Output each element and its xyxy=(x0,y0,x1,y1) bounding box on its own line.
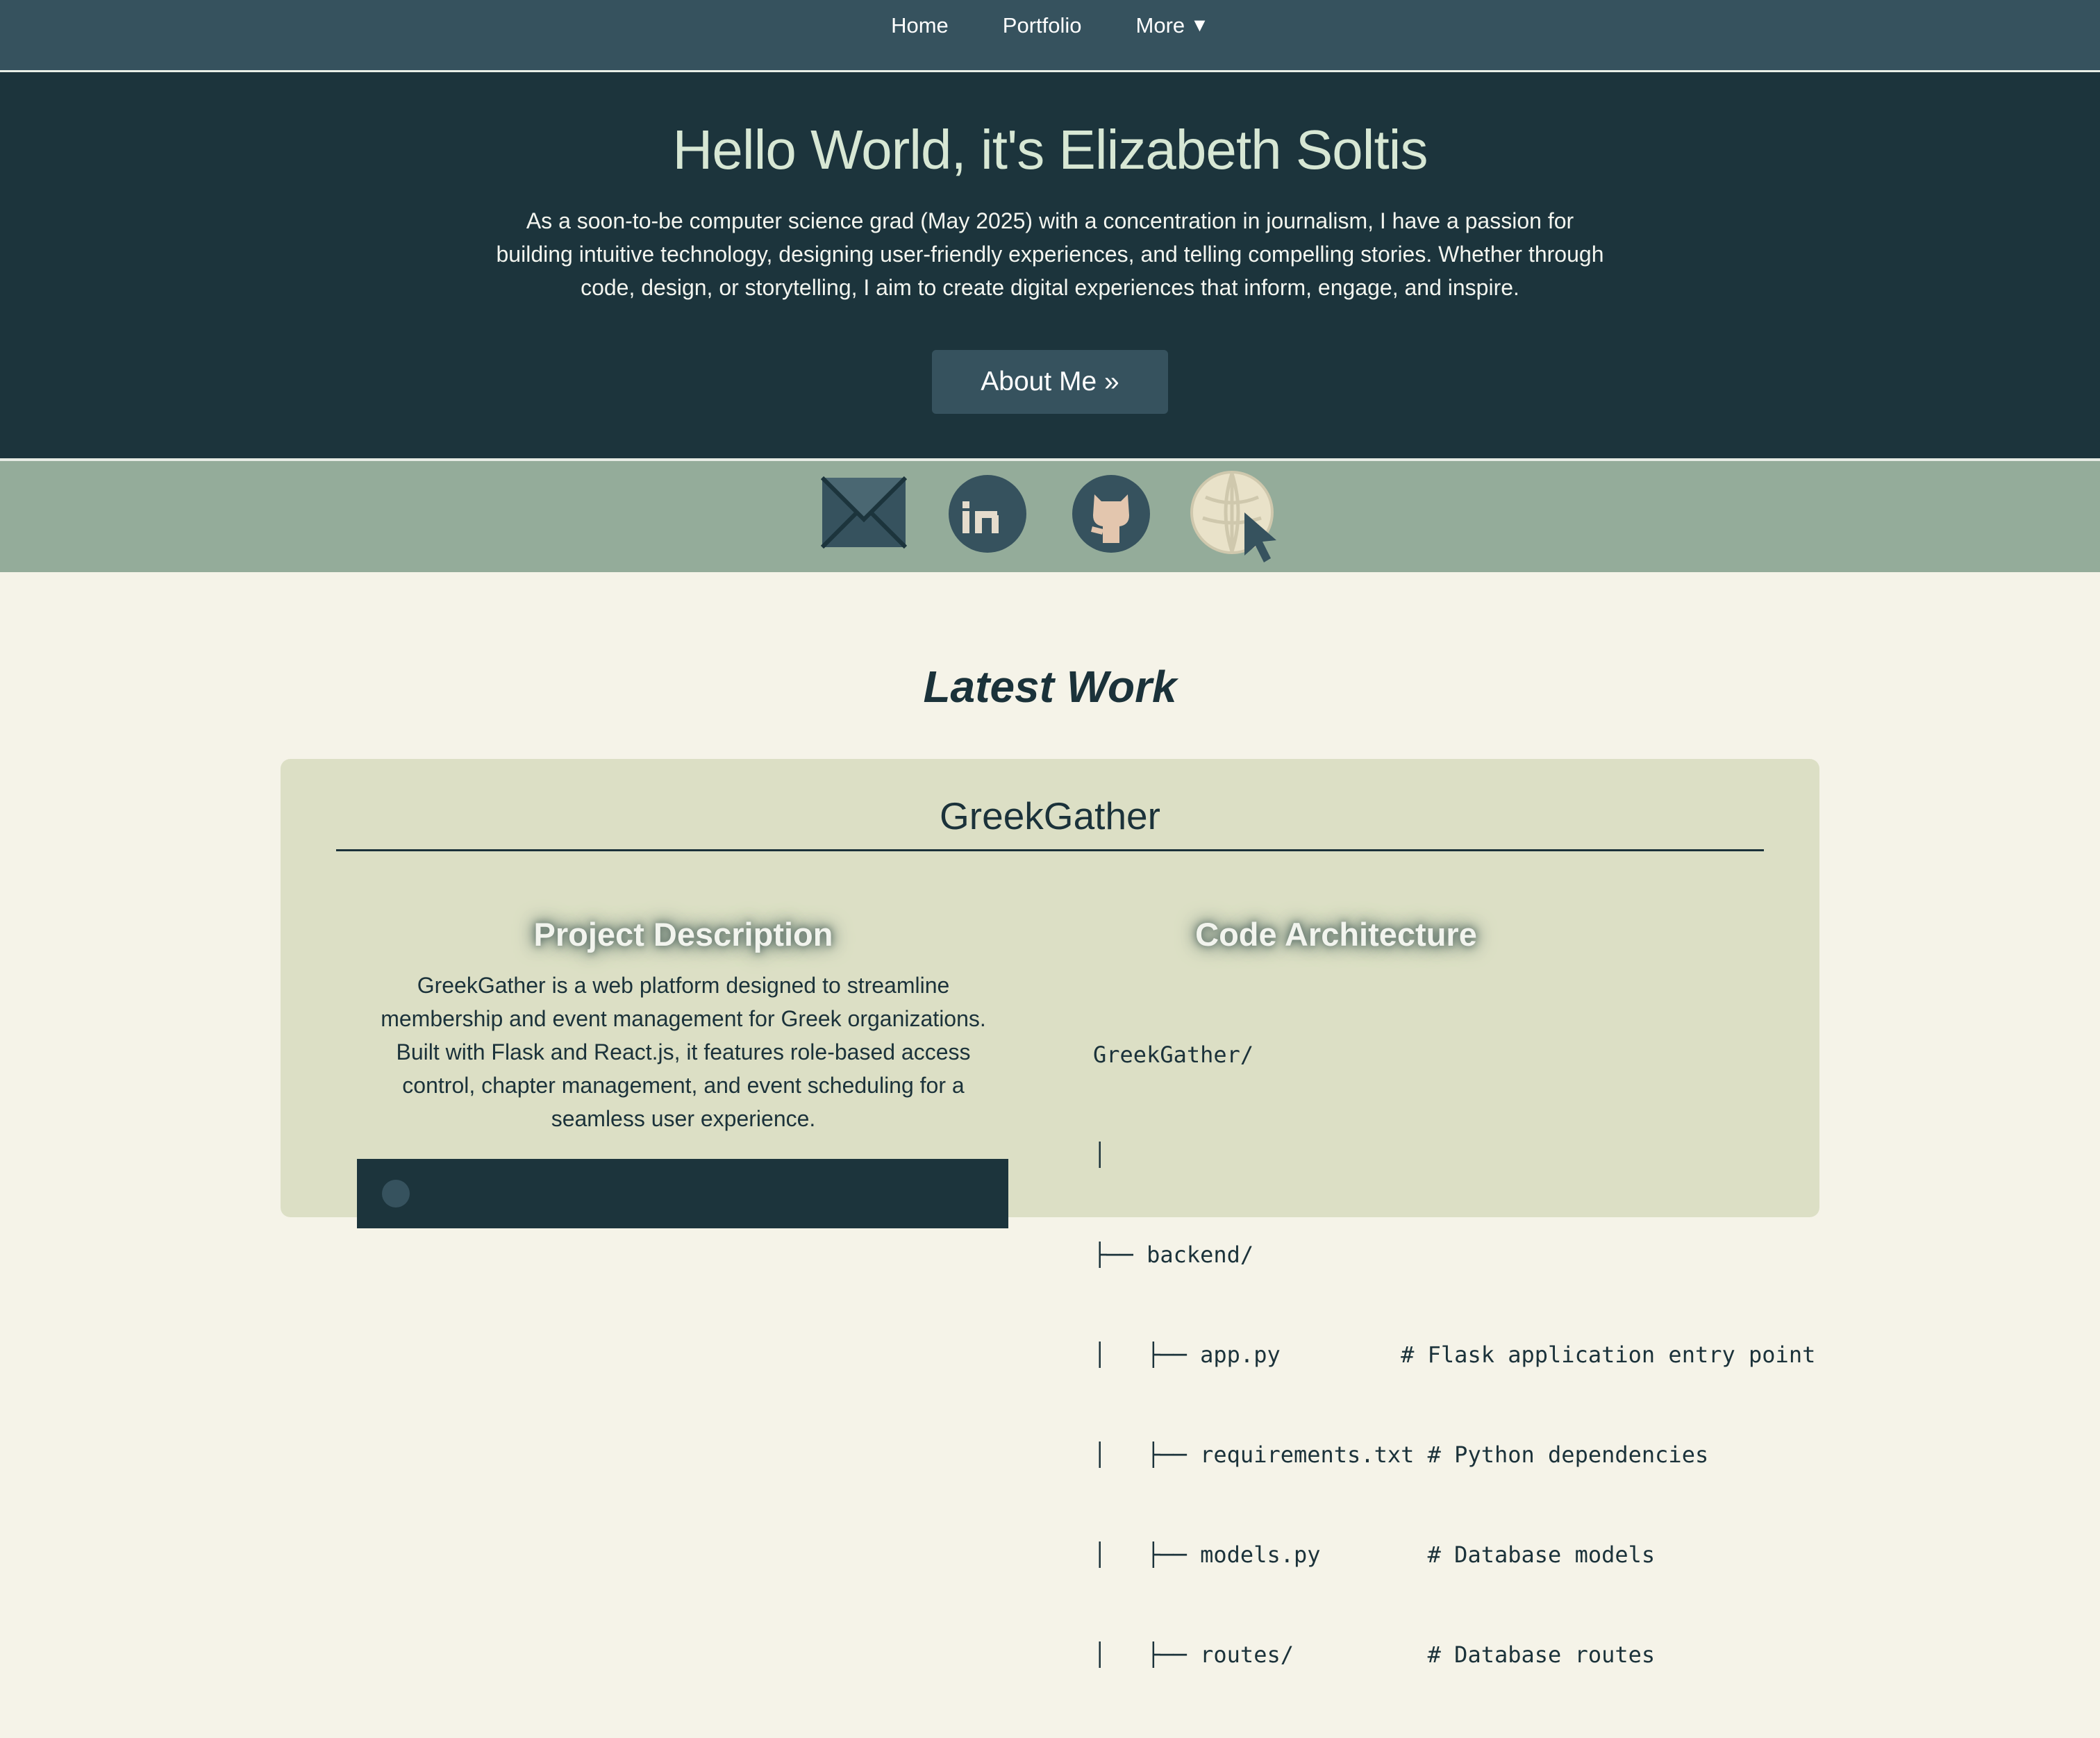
tree-line: GreekGather/ xyxy=(1093,1042,1254,1068)
project-card: GreekGather Project Description GreekGat… xyxy=(281,759,1819,1668)
website-icon[interactable] xyxy=(1189,469,1283,564)
nav-more-dropdown[interactable]: More ▼ xyxy=(1136,13,1209,38)
tree-line: │ ├── app.py # Flask application entry p… xyxy=(1093,1342,1816,1368)
nav-more-label: More xyxy=(1135,12,1185,37)
about-me-button[interactable]: About Me » xyxy=(932,350,1168,414)
project-preview-image xyxy=(357,1159,1008,1228)
email-icon[interactable] xyxy=(821,476,907,549)
window-control-icon xyxy=(382,1180,410,1208)
tree-line: │ ├── requirements.txt # Python dependen… xyxy=(1093,1442,1709,1468)
github-icon[interactable] xyxy=(1071,474,1151,554)
nav-home-label: Home xyxy=(891,12,949,37)
hero-section: Hello World, it's Elizabeth Soltis As a … xyxy=(0,72,2100,461)
tree-line: │ ├── models.py # Database models xyxy=(1093,1541,1656,1568)
linkedin-icon[interactable] xyxy=(947,474,1028,554)
tree-line: ├── backend/ xyxy=(1093,1242,1254,1268)
top-navbar: Home Portfolio More ▼ xyxy=(0,0,2100,72)
title-divider xyxy=(336,849,1764,851)
code-architecture-tree: GreekGather/ │ ├── backend/ │ ├── app.py… xyxy=(1093,971,1815,1738)
tree-line: │ ├── routes/ # Database routes xyxy=(1093,1641,1656,1668)
project-title: GreekGather xyxy=(940,794,1160,837)
project-description: GreekGather is a web platform designed t… xyxy=(381,973,986,1131)
code-architecture-heading: Code Architecture xyxy=(1195,916,1477,953)
social-links-bar xyxy=(0,461,2100,572)
project-description-heading: Project Description xyxy=(533,916,833,953)
latest-work-title: Latest Work xyxy=(923,662,1177,712)
tree-line: │ xyxy=(1093,1142,1107,1168)
nav-portfolio-label: Portfolio xyxy=(1002,12,1082,37)
hero-title: Hello World, it's Elizabeth Soltis xyxy=(672,119,1428,181)
caret-down-icon: ▼ xyxy=(1190,15,1209,35)
nav-home-link[interactable]: Home xyxy=(891,13,949,38)
nav-portfolio-link[interactable]: Portfolio xyxy=(1003,13,1082,38)
hero-description: As a soon-to-be computer science grad (M… xyxy=(496,208,1604,300)
